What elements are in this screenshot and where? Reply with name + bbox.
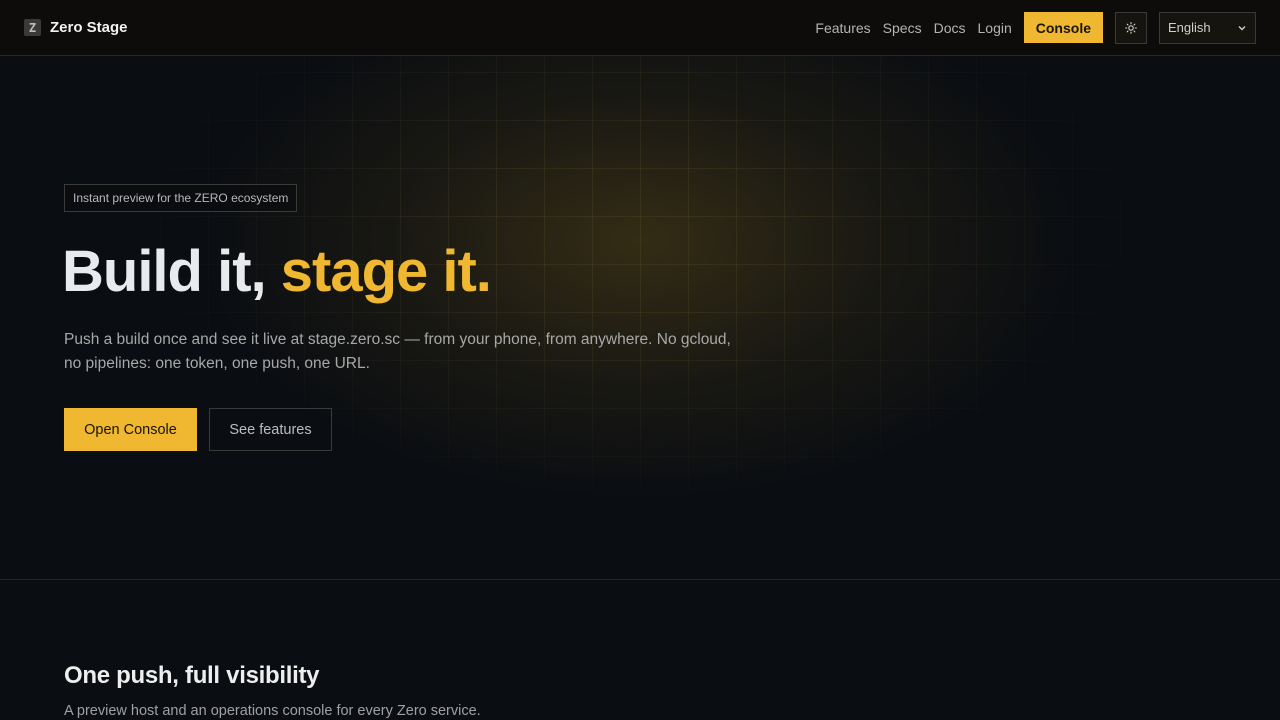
language-select[interactable]: English: [1159, 11, 1256, 44]
hero-section: Instant preview for the ZERO ecosystem B…: [0, 56, 1280, 579]
nav-menu: Features Specs Docs Login Console Englis…: [815, 11, 1256, 44]
brand-name: Zero Stage: [50, 19, 128, 36]
hero-headline: Build it, stage it.: [62, 238, 492, 306]
top-nav: Z Zero Stage Features Specs Docs Login C…: [0, 0, 1280, 56]
headline-part-1: Build it,: [62, 239, 281, 304]
open-console-button[interactable]: Open Console: [64, 408, 197, 451]
nav-link-specs[interactable]: Specs: [883, 20, 922, 36]
headline-part-2: stage it.: [280, 239, 492, 304]
see-features-button[interactable]: See features: [209, 408, 332, 451]
nav-link-features[interactable]: Features: [815, 20, 870, 36]
nav-link-docs[interactable]: Docs: [934, 20, 966, 36]
section-title: One push, full visibility: [64, 662, 320, 689]
brand-logo-icon: Z: [24, 19, 41, 36]
console-button[interactable]: Console: [1023, 12, 1103, 43]
nav-link-login[interactable]: Login: [978, 20, 1012, 36]
hero-grid-pattern: [0, 56, 1280, 579]
hero-badge: Instant preview for the ZERO ecosystem: [64, 184, 298, 212]
chevron-down-icon: [1238, 25, 1246, 30]
sun-icon: [1125, 21, 1137, 34]
hero-lead: Push a build once and see it live at sta…: [64, 331, 731, 372]
theme-toggle-button[interactable]: [1115, 11, 1147, 44]
brand[interactable]: Z Zero Stage: [24, 19, 128, 36]
section-subtitle: A preview host and an operations console…: [64, 703, 481, 719]
language-selected: English: [1168, 20, 1211, 35]
features-section: One push, full visibility A preview host…: [0, 579, 1280, 720]
